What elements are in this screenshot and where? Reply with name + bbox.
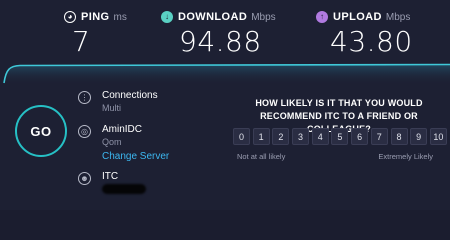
download-arrow-icon: ↓ bbox=[161, 11, 173, 23]
ping-metric: ◕ PING ms 7 bbox=[64, 9, 127, 58]
connections-title: Connections bbox=[102, 90, 158, 101]
upload-arrow-icon: ↑ bbox=[316, 11, 328, 23]
upload-value: 43.80 bbox=[330, 25, 413, 58]
rating-button-4[interactable]: 4 bbox=[311, 128, 329, 145]
rating-button-6[interactable]: 6 bbox=[351, 128, 369, 145]
rating-button-0[interactable]: 0 bbox=[233, 128, 250, 145]
rating-button-3[interactable]: 3 bbox=[292, 128, 310, 145]
connections-icon: ⋮ bbox=[78, 91, 91, 104]
person-icon: ☻ bbox=[78, 172, 91, 185]
scale-high-label: Extremely Likely bbox=[378, 152, 433, 161]
go-label: GO bbox=[30, 123, 52, 139]
rating-button-5[interactable]: 5 bbox=[331, 128, 349, 145]
upload-metric: ↑ UPLOAD Mbps 43.80 bbox=[316, 9, 412, 58]
speedtest-panel: ◕ PING ms 7 ↓ DOWNLOAD Mbps 94.88 ↑ UPLO… bbox=[0, 0, 450, 210]
speed-graph-fill bbox=[4, 64, 450, 85]
ping-gauge-icon: ◕ bbox=[64, 11, 76, 23]
rating-button-8[interactable]: 8 bbox=[390, 128, 408, 145]
rating-button-10[interactable]: 10 bbox=[429, 128, 447, 145]
rating-button-7[interactable]: 7 bbox=[370, 128, 388, 145]
change-server-link[interactable]: Change Server bbox=[102, 151, 169, 162]
download-unit: Mbps bbox=[251, 11, 276, 23]
upload-unit: Mbps bbox=[385, 11, 411, 23]
download-value: 94.88 bbox=[179, 25, 262, 58]
ping-value: 7 bbox=[72, 25, 91, 58]
server-name: AminIDC bbox=[102, 124, 143, 135]
rating-button-2[interactable]: 2 bbox=[272, 128, 290, 145]
server-location: Qom bbox=[102, 137, 122, 147]
rating-button-1[interactable]: 1 bbox=[252, 128, 270, 145]
go-button[interactable]: GO bbox=[15, 105, 67, 157]
download-label: DOWNLOAD bbox=[178, 11, 248, 23]
ping-label: PING bbox=[81, 11, 110, 23]
rating-scale: 0 1 2 3 4 5 6 7 8 9 10 bbox=[233, 128, 447, 145]
rating-button-9[interactable]: 9 bbox=[410, 128, 428, 145]
redacted-ip bbox=[102, 184, 146, 194]
speed-graph bbox=[3, 63, 450, 85]
isp-name: ITC bbox=[102, 171, 119, 182]
upload-label: UPLOAD bbox=[333, 11, 382, 23]
globe-icon: ◎ bbox=[78, 125, 91, 138]
download-metric: ↓ DOWNLOAD Mbps 94.88 bbox=[161, 9, 276, 58]
connections-value[interactable]: Multi bbox=[102, 103, 121, 113]
ping-unit: ms bbox=[113, 11, 127, 23]
scale-low-label: Not at all likely bbox=[237, 152, 286, 161]
